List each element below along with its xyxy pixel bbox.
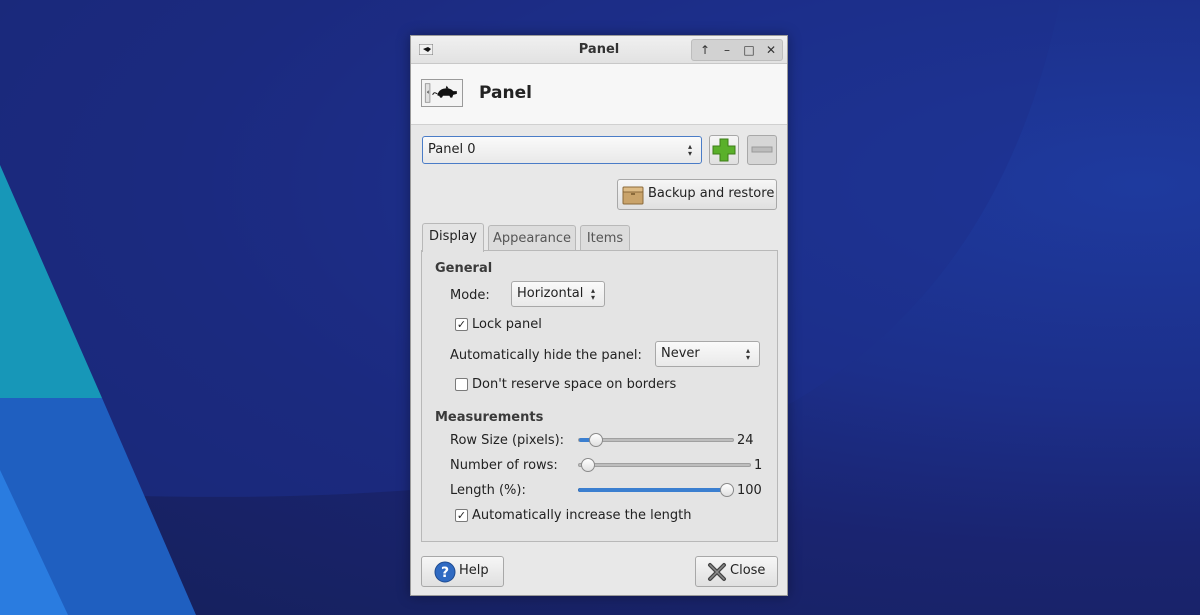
- dialog-header: Panel: [411, 64, 787, 125]
- autohide-label: Automatically hide the panel:: [450, 348, 642, 363]
- panel-select-value: Panel 0: [428, 142, 476, 157]
- help-icon: ?: [434, 561, 456, 583]
- mode-label: Mode:: [450, 288, 490, 303]
- auto-length-checkbox[interactable]: ✓: [455, 509, 468, 522]
- measurements-heading: Measurements: [435, 410, 544, 425]
- close-button[interactable]: Close: [695, 556, 778, 587]
- title-bar[interactable]: Panel ↑ – □ ✕: [411, 36, 787, 64]
- autohide-select-value: Never: [661, 346, 700, 361]
- tab-appearance[interactable]: Appearance: [488, 225, 576, 251]
- rows-value: 1: [754, 458, 763, 473]
- window-controls: ↑ – □ ✕: [691, 39, 783, 61]
- backup-restore-label: Backup and restore: [648, 186, 775, 201]
- spin-arrows-icon: ▴ ▾: [688, 142, 693, 158]
- reserve-space-checkbox[interactable]: [455, 378, 468, 391]
- tab-items[interactable]: Items: [580, 225, 630, 251]
- length-slider[interactable]: [578, 483, 734, 497]
- rows-label: Number of rows:: [450, 458, 558, 473]
- panel-preferences-window: Panel ↑ – □ ✕ Panel Panel 0 ▴ ▾ Backup a…: [410, 35, 788, 596]
- close-window-icon[interactable]: ✕: [762, 42, 780, 58]
- lock-panel-label: Lock panel: [472, 317, 542, 332]
- help-label: Help: [459, 563, 489, 578]
- minimize-icon[interactable]: –: [718, 42, 736, 58]
- close-icon: [708, 563, 726, 581]
- archive-box-icon: [622, 186, 644, 205]
- minus-icon: [751, 146, 773, 153]
- length-slider-fill: [579, 488, 733, 492]
- panel-select[interactable]: Panel 0 ▴ ▾: [422, 136, 702, 164]
- backup-restore-button[interactable]: Backup and restore: [617, 179, 777, 210]
- rows-slider[interactable]: [578, 458, 751, 472]
- row-size-slider[interactable]: [578, 433, 734, 447]
- reserve-space-label: Don't reserve space on borders: [472, 377, 677, 392]
- row-size-value: 24: [737, 433, 754, 448]
- general-heading: General: [435, 261, 493, 276]
- rows-slider-handle[interactable]: [581, 458, 595, 472]
- remove-panel-button[interactable]: [747, 135, 777, 165]
- dialog-heading: Panel: [479, 83, 532, 103]
- shade-icon[interactable]: ↑: [696, 42, 714, 58]
- mode-select-value: Horizontal: [517, 286, 584, 301]
- help-button[interactable]: ? Help: [421, 556, 504, 587]
- spin-arrows-icon: ▴ ▾: [591, 286, 596, 302]
- lock-panel-checkbox[interactable]: ✓: [455, 318, 468, 331]
- mode-select[interactable]: Horizontal ▴ ▾: [511, 281, 605, 307]
- spin-arrows-icon: ▴ ▾: [746, 346, 751, 362]
- tab-display[interactable]: Display: [422, 223, 484, 252]
- autohide-select[interactable]: Never ▴ ▾: [655, 341, 760, 367]
- auto-length-label: Automatically increase the length: [472, 508, 692, 523]
- length-slider-handle[interactable]: [720, 483, 734, 497]
- panel-mouse-icon: [421, 79, 463, 107]
- length-value: 100: [737, 483, 762, 498]
- row-size-label: Row Size (pixels):: [450, 433, 565, 448]
- close-label: Close: [730, 563, 766, 578]
- display-tab-content: General Mode: Horizontal ▴ ▾ ✓ Lock panel…: [421, 250, 778, 542]
- row-size-slider-handle[interactable]: [589, 433, 603, 447]
- add-panel-button[interactable]: [709, 135, 739, 165]
- svg-text:?: ?: [441, 565, 449, 581]
- length-label: Length (%):: [450, 483, 526, 498]
- plus-icon: [712, 138, 736, 162]
- maximize-icon[interactable]: □: [740, 42, 758, 58]
